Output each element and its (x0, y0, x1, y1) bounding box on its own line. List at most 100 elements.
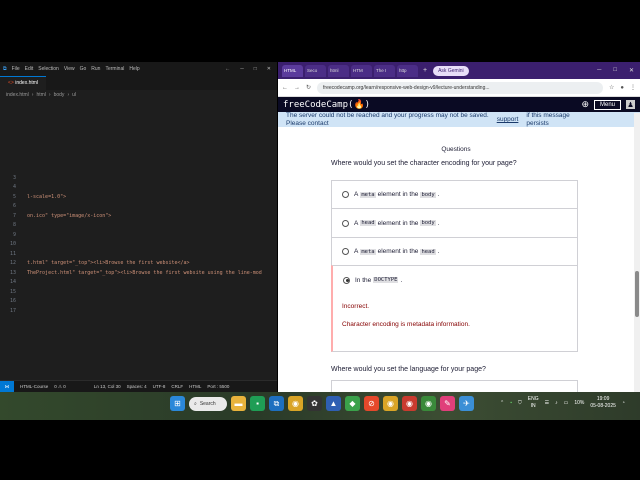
radio-button[interactable] (342, 191, 349, 198)
browser-tab[interactable]: HTM (351, 64, 372, 77)
menu-selection[interactable]: Selection (38, 66, 59, 72)
radio-button-selected[interactable] (343, 276, 350, 284)
avatar[interactable]: ♟ (626, 100, 635, 109)
start-icon[interactable]: ⊞ (170, 396, 185, 411)
paint-icon[interactable]: ✎ (440, 396, 455, 411)
tab-label: index.html (15, 80, 39, 86)
fcc-logo[interactable]: freeCodeCamp(🔥) (283, 100, 370, 110)
menu-file[interactable]: File (12, 66, 20, 72)
close-icon[interactable]: ✕ (629, 67, 634, 74)
option-text: . (437, 248, 440, 255)
tab-index-html[interactable]: <> index.html (0, 76, 47, 90)
fcc-navbar: freeCodeCamp(🔥) ⊕ Menu ♟ (278, 97, 640, 112)
menu-help[interactable]: Help (129, 66, 139, 72)
app-green2-icon[interactable]: ◆ (345, 396, 360, 411)
menu-terminal[interactable]: Terminal (105, 66, 124, 72)
ask-gemini-button[interactable]: Ask Gemini (433, 65, 469, 76)
app-orange-icon[interactable]: ⊘ (364, 396, 379, 411)
more-icon[interactable]: ⋮ (630, 84, 636, 91)
breadcrumb-body[interactable]: body (54, 92, 65, 98)
line-number: 5 (12, 194, 16, 200)
url-input[interactable]: freecodecamp.org/learn/responsive-web-de… (317, 81, 603, 94)
chrome2-icon[interactable]: ◉ (383, 396, 398, 411)
browser-tab[interactable]: http (397, 64, 418, 77)
chevron-up-icon[interactable]: ⌃ (500, 400, 504, 406)
forward-icon[interactable]: → (294, 85, 300, 91)
status-problems[interactable]: 0 ⚠ 0 (54, 384, 66, 390)
breadcrumb-html[interactable]: html (36, 92, 45, 98)
chrome-icon[interactable]: ◉ (288, 396, 303, 411)
back-icon[interactable]: ← (282, 85, 288, 91)
html-file-icon: <> (8, 80, 14, 86)
menu-go[interactable]: Go (80, 66, 87, 72)
vscode-icon[interactable]: ⧉ (269, 396, 284, 411)
page-scrollbar[interactable] (634, 113, 640, 392)
menu-edit[interactable]: Edit (25, 66, 34, 72)
answer-option[interactable]: A meta element in the head . (331, 237, 578, 266)
line-number: 10 (9, 241, 16, 247)
maximize-icon[interactable]: □ (254, 66, 257, 72)
answer-option[interactable] (331, 380, 578, 392)
answer-option[interactable]: A meta element in the body . (331, 180, 578, 209)
status-branch[interactable]: HTML-Course (20, 384, 48, 389)
status-port[interactable]: Port : 5500 (207, 384, 229, 389)
nav-back-icon[interactable]: ← (225, 66, 230, 72)
maximize-icon[interactable]: □ (613, 67, 617, 74)
line-number: 16 (9, 298, 16, 304)
new-tab-icon[interactable]: + (423, 67, 427, 74)
file-explorer-icon[interactable]: ▬ (231, 396, 246, 411)
app-tray-icon[interactable]: ▪ (510, 400, 512, 406)
reload-icon[interactable]: ↻ (306, 84, 311, 91)
taskbar-search[interactable]: ⌕ Search (189, 396, 227, 411)
status-language[interactable]: HTML (189, 384, 201, 389)
menu-view[interactable]: View (64, 66, 75, 72)
breadcrumb-file[interactable]: index.html (6, 92, 29, 98)
profile-icon[interactable]: ● (620, 85, 624, 91)
menu-button[interactable]: Menu (593, 99, 621, 110)
notification-icon[interactable]: ◔ (622, 400, 625, 406)
language-indicator[interactable]: ENG IN (528, 396, 539, 410)
clock[interactable]: 19:09 05-08-2025 (590, 396, 616, 410)
status-eol[interactable]: CRLF (171, 384, 183, 389)
chrome4-icon[interactable]: ◉ (421, 396, 436, 411)
search-icon: ⌕ (194, 400, 197, 407)
status-spaces[interactable]: Spaces: 4 (127, 384, 147, 389)
answer-option-selected[interactable]: In the DOCTYPE . (331, 265, 578, 295)
app-dark-icon[interactable]: ✿ (307, 396, 322, 411)
line-number: 9 (12, 232, 16, 238)
browser-tab[interactable]: HTML (282, 64, 303, 77)
close-icon[interactable]: ✕ (267, 66, 271, 72)
browser-tab[interactable]: html (328, 64, 349, 77)
code-editor[interactable]: 3 4 5 6 7 8 9 10 11 12 13 14 15 16 17 l-… (0, 99, 277, 379)
chrome3-icon[interactable]: ◉ (402, 396, 417, 411)
minimize-icon[interactable]: ─ (597, 67, 601, 74)
menu-run[interactable]: Run (91, 66, 100, 72)
lesson-content: Questions Where would you set the charac… (278, 128, 634, 392)
radio-button[interactable] (342, 248, 349, 255)
option-text: element in the (377, 191, 419, 198)
vscode-statusbar: ⋈ HTML-Course 0 ⚠ 0 Ln 13, Col 30 Spaces… (0, 380, 277, 392)
option-code: head (360, 220, 376, 226)
volume-icon[interactable]: ♪ (555, 400, 558, 406)
shield-icon[interactable]: ⛉ (518, 400, 522, 406)
remote-icon[interactable]: ⋈ (0, 381, 14, 392)
app-blue-icon[interactable]: ▲ (326, 396, 341, 411)
browser-tab[interactable]: The I (374, 64, 395, 77)
scrollbar-thumb[interactable] (635, 271, 639, 317)
line-number: 7 (12, 213, 16, 219)
support-link[interactable]: support (497, 116, 519, 123)
answer-option[interactable]: A head element in the body . (331, 208, 578, 238)
app-lightblue-icon[interactable]: ✈ (459, 396, 474, 411)
browser-tab[interactable]: Seco (305, 64, 326, 77)
breadcrumb-ul[interactable]: ul (72, 92, 76, 98)
globe-icon[interactable]: ⊕ (581, 99, 589, 110)
radio-button[interactable] (342, 219, 349, 227)
status-encoding[interactable]: UTF-8 (153, 384, 166, 389)
status-position[interactable]: Ln 13, Col 30 (94, 384, 121, 389)
minimize-icon[interactable]: ─ (240, 66, 244, 72)
breadcrumb: index.html › html › body › ul (6, 91, 77, 98)
app-green-icon[interactable]: ▪ (250, 396, 265, 411)
bookmark-icon[interactable]: ☆ (609, 84, 614, 91)
battery-icon[interactable]: ▭ (564, 400, 569, 406)
wifi-icon[interactable]: ☰ (545, 400, 549, 406)
